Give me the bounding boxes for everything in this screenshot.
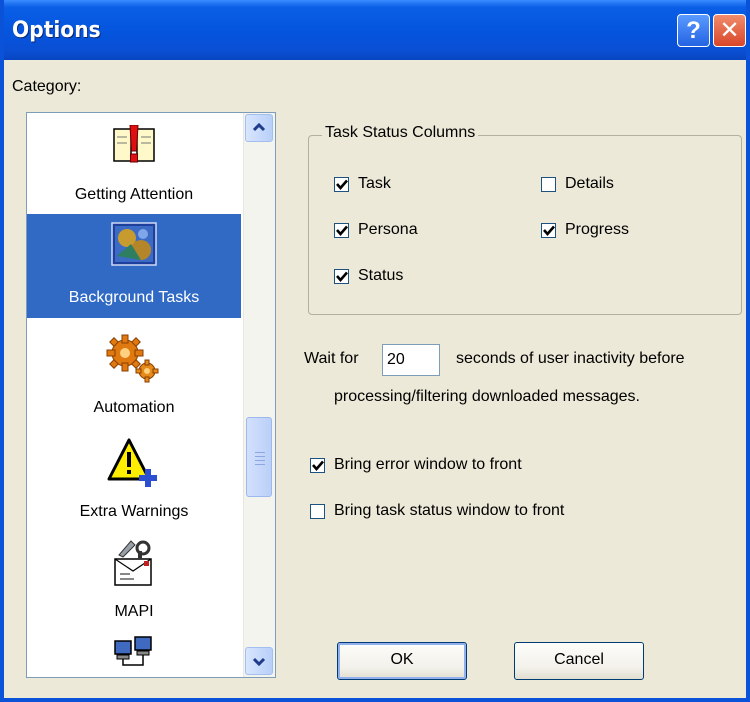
progress-label: Progress: [565, 221, 630, 238]
category-item-mapi[interactable]: MAPI: [27, 527, 241, 625]
task-label: Task: [358, 175, 391, 192]
chevron-down-icon: [252, 657, 266, 667]
category-item-network[interactable]: [27, 625, 241, 677]
category-item-label: Getting Attention: [74, 186, 194, 203]
close-button[interactable]: ✕: [713, 14, 746, 47]
scroll-thumb[interactable]: [246, 417, 272, 497]
category-item-background-tasks[interactable]: Background Tasks: [27, 214, 241, 318]
category-item-label: Automation: [93, 399, 175, 416]
window-title: Options: [12, 18, 101, 43]
checkbox-checked[interactable]: [334, 223, 349, 238]
category-list[interactable]: Getting Attention Background Tasks Autom…: [26, 112, 276, 678]
category-item-extra-warnings[interactable]: Extra Warnings: [27, 423, 241, 527]
network-computers-icon: [113, 635, 155, 674]
status-label: Status: [358, 267, 404, 284]
category-label: Category:: [12, 78, 82, 95]
help-button[interactable]: ?: [677, 14, 710, 47]
scroll-down-button[interactable]: [245, 647, 273, 675]
category-item-getting-attention[interactable]: Getting Attention: [27, 113, 241, 211]
details-label: Details: [565, 175, 614, 192]
bring-error-window-label: Bring error window to front: [334, 456, 522, 473]
cancel-button[interactable]: Cancel: [514, 642, 644, 680]
checkbox-checked[interactable]: [310, 458, 325, 473]
category-item-automation[interactable]: Automation: [27, 319, 241, 423]
wait-suffix: seconds of user inactivity before: [456, 350, 685, 367]
scroll-up-button[interactable]: [245, 114, 273, 142]
wait-seconds-input[interactable]: [382, 344, 440, 376]
task-status-legend: Task Status Columns: [322, 124, 479, 142]
category-item-label: MAPI: [114, 603, 154, 620]
wait-line2: processing/filtering downloaded messages…: [334, 388, 640, 405]
title-bar[interactable]: Options ? ✕: [4, 0, 746, 60]
category-scrollbar[interactable]: [243, 113, 275, 677]
checkbox-checked[interactable]: [334, 177, 349, 192]
bring-task-status-window-label: Bring task status window to front: [334, 502, 565, 519]
category-item-label: Background Tasks: [68, 289, 200, 306]
persona-label: Persona: [358, 221, 418, 238]
options-dialog: Options ? ✕ Category: Getting Attention: [0, 0, 750, 702]
checkbox-checked[interactable]: [541, 223, 556, 238]
wait-prefix: Wait for: [304, 350, 359, 367]
checkbox-unchecked[interactable]: [541, 177, 556, 192]
checkbox-checked[interactable]: [334, 269, 349, 284]
checkbox-unchecked[interactable]: [310, 504, 325, 519]
automation-gears-icon: [105, 333, 161, 388]
mapi-icon: [111, 539, 157, 592]
chevron-up-icon: [252, 122, 266, 132]
background-tasks-icon: [111, 222, 157, 271]
getting-attention-icon: [113, 124, 155, 170]
category-item-label: Extra Warnings: [79, 503, 189, 520]
ok-button[interactable]: OK: [337, 642, 467, 680]
extra-warnings-icon: [107, 437, 161, 492]
